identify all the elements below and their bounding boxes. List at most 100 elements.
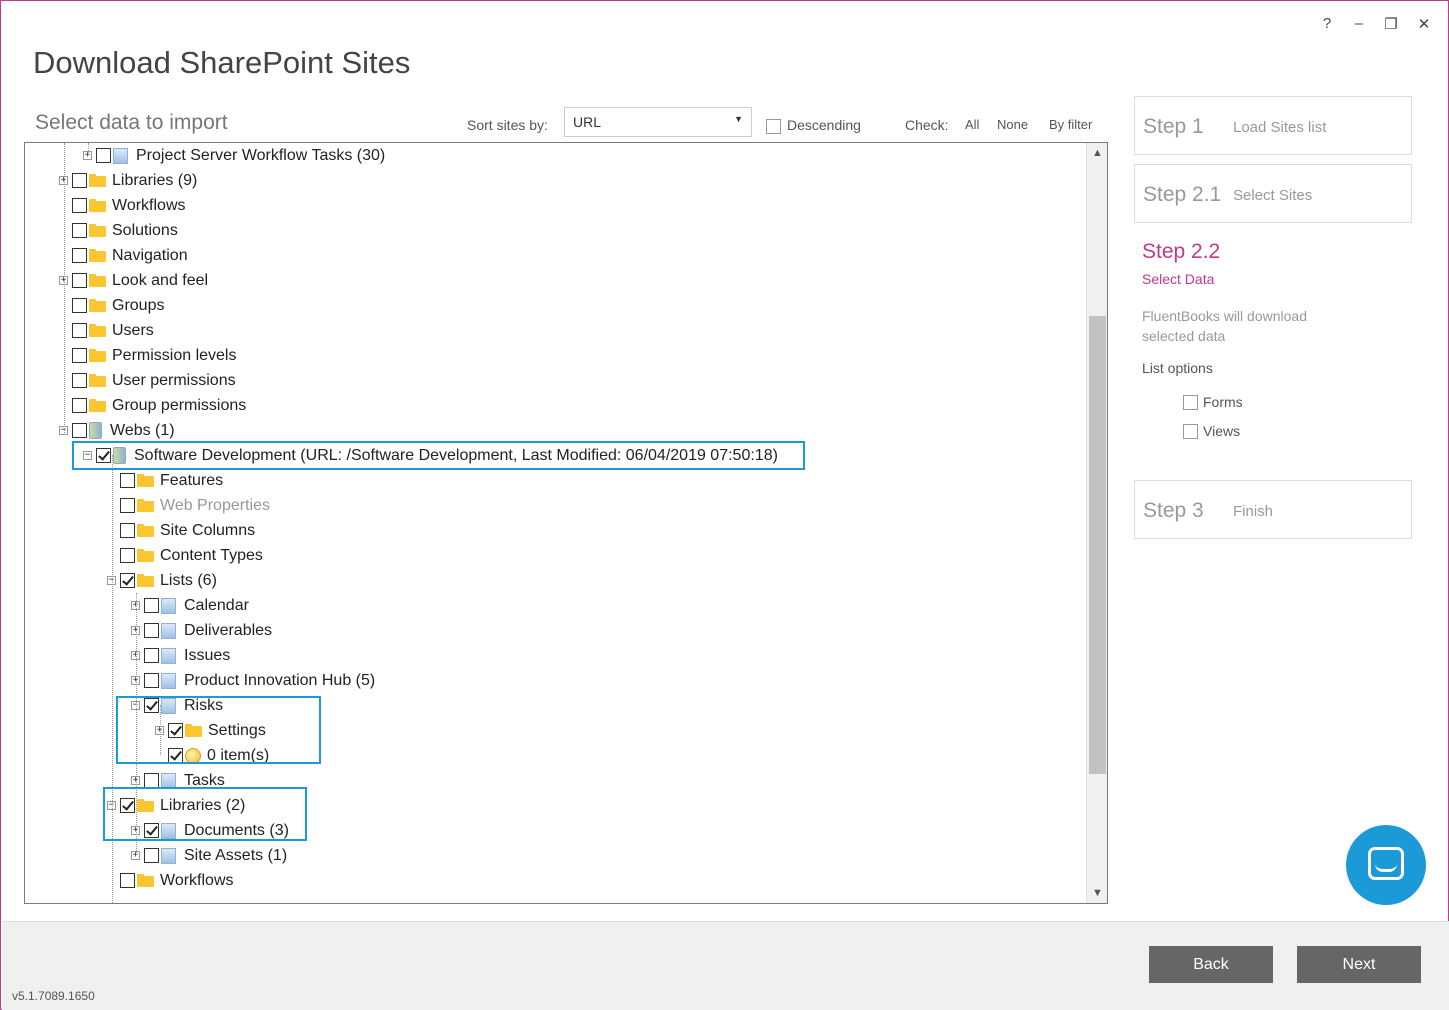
tree-checkbox[interactable] [96, 148, 111, 163]
tree-checkbox[interactable] [72, 173, 87, 188]
tree-row[interactable]: Solutions [59, 218, 178, 243]
sort-select-value: URL [573, 114, 602, 130]
tree-checkbox[interactable] [72, 398, 87, 413]
close-button[interactable]: ✕ [1414, 15, 1434, 33]
tree-checkbox[interactable] [72, 423, 87, 438]
tree-row-label: Permission levels [112, 346, 237, 364]
tree-row[interactable]: + Calendar [131, 593, 249, 618]
tree-checkbox[interactable] [72, 373, 87, 388]
folder-icon [89, 299, 106, 312]
tree-scrollbar[interactable]: ▲ ▼ [1086, 143, 1107, 903]
forms-checkbox[interactable] [1183, 395, 1198, 410]
tree-checkbox[interactable] [144, 773, 159, 788]
tree-row[interactable]: + Issues [131, 643, 230, 668]
tree-row[interactable]: Group permissions [59, 393, 246, 418]
tree-row[interactable]: − Webs (1) [59, 418, 175, 443]
tree-checkbox[interactable] [120, 523, 135, 538]
tree-checkbox[interactable] [72, 323, 87, 338]
restore-button[interactable]: ❐ [1381, 15, 1401, 33]
folder-icon [89, 174, 106, 187]
tree-row[interactable]: Groups [59, 293, 164, 318]
step-2-1-box: Step 2.1 Select Sites [1134, 164, 1412, 223]
step-2-2-name: Select Data [1142, 271, 1215, 287]
views-label: Views [1203, 423, 1241, 439]
tree-row-label: Web Properties [160, 496, 270, 514]
back-button[interactable]: Back [1149, 946, 1273, 983]
tree-row[interactable]: + Deliverables [131, 618, 272, 643]
tree-checkbox[interactable] [144, 648, 159, 663]
tree-checkbox[interactable] [72, 223, 87, 238]
tree-checkbox[interactable] [72, 248, 87, 263]
tree-checkbox[interactable] [120, 548, 135, 563]
tree-checkbox[interactable] [72, 348, 87, 363]
check-by-filter-link[interactable]: By filter [1049, 117, 1092, 132]
tree-row-label: Solutions [112, 221, 178, 239]
tree-row[interactable]: User permissions [59, 368, 236, 393]
tree-row[interactable]: + Product Innovation Hub (5) [131, 668, 375, 693]
data-tree-panel: + Project Server Workflow Tasks (30) + Libr… [24, 142, 1108, 904]
tree-checkbox[interactable] [120, 873, 135, 888]
tree-row-label: Content Types [160, 546, 263, 564]
sort-label: Sort sites by: [467, 117, 548, 133]
tree-row[interactable]: − Lists (6) [107, 568, 217, 593]
tree-row-label: Site Assets (1) [184, 846, 288, 864]
tree-row[interactable]: Workflows [59, 193, 186, 218]
help-button[interactable]: ? [1317, 15, 1337, 32]
tree-row-label: Deliverables [184, 621, 273, 639]
chat-button[interactable] [1346, 825, 1426, 905]
sort-select[interactable]: URL ▼ [564, 107, 752, 137]
tree-checkbox[interactable] [120, 573, 135, 588]
tree-checkbox[interactable] [72, 273, 87, 288]
tree-row[interactable]: Users [59, 318, 154, 343]
highlight-box-libraries [103, 787, 307, 841]
descending-checkbox[interactable] [766, 119, 781, 134]
list-icon [161, 622, 176, 639]
tree-row-label: Features [160, 471, 224, 489]
tree-row[interactable]: Navigation [59, 243, 188, 268]
check-none-link[interactable]: None [997, 117, 1028, 132]
scroll-down-icon[interactable]: ▼ [1087, 883, 1107, 903]
step-2-1-name: Select Sites [1233, 187, 1313, 204]
tree-row[interactable]: Web Properties [107, 493, 270, 518]
section-title: Select data to import [35, 111, 228, 134]
tree-row-label: Calendar [184, 596, 249, 614]
forms-label: Forms [1203, 394, 1243, 410]
folder-icon [89, 324, 106, 337]
tree-row[interactable]: Features [107, 468, 223, 493]
step-1-number: Step 1 [1143, 115, 1204, 138]
tree-row[interactable]: Workflows [107, 868, 234, 893]
step-1-name: Load Sites list [1233, 119, 1327, 136]
views-checkbox[interactable] [1183, 424, 1198, 439]
next-button[interactable]: Next [1297, 946, 1421, 983]
tree-row[interactable]: + Site Assets (1) [131, 843, 287, 868]
tree-row[interactable]: + Libraries (9) [59, 168, 197, 193]
step-1-box: Step 1 Load Sites list [1134, 96, 1412, 155]
tree-row-label: Webs (1) [110, 421, 175, 439]
folder-icon [89, 274, 106, 287]
folder-icon [137, 499, 154, 512]
tree-checkbox[interactable] [72, 198, 87, 213]
minimize-button[interactable]: – [1349, 15, 1369, 32]
tree-checkbox[interactable] [144, 623, 159, 638]
tree-checkbox[interactable] [120, 498, 135, 513]
tree-connector [64, 143, 65, 433]
tree-row[interactable]: + Project Server Workflow Tasks (30) [83, 143, 385, 168]
scrollbar-thumb[interactable] [1089, 316, 1106, 774]
folder-icon [89, 349, 106, 362]
tree-checkbox[interactable] [144, 673, 159, 688]
folder-icon [137, 549, 154, 562]
scroll-up-icon[interactable]: ▲ [1087, 143, 1107, 163]
tree-checkbox[interactable] [144, 598, 159, 613]
highlight-box-risks [116, 696, 321, 764]
check-all-link[interactable]: All [965, 117, 979, 132]
tree-checkbox[interactable] [120, 473, 135, 488]
tree-row-label: Groups [112, 296, 165, 314]
tree-checkbox[interactable] [144, 848, 159, 863]
tree-row[interactable]: Site Columns [107, 518, 255, 543]
tree-row[interactable]: Permission levels [59, 343, 236, 368]
list-options-label: List options [1142, 360, 1213, 376]
tree-row[interactable]: + Look and feel [59, 268, 208, 293]
tree-checkbox[interactable] [72, 298, 87, 313]
tree-row[interactable]: Content Types [107, 543, 263, 568]
folder-icon [89, 224, 106, 237]
